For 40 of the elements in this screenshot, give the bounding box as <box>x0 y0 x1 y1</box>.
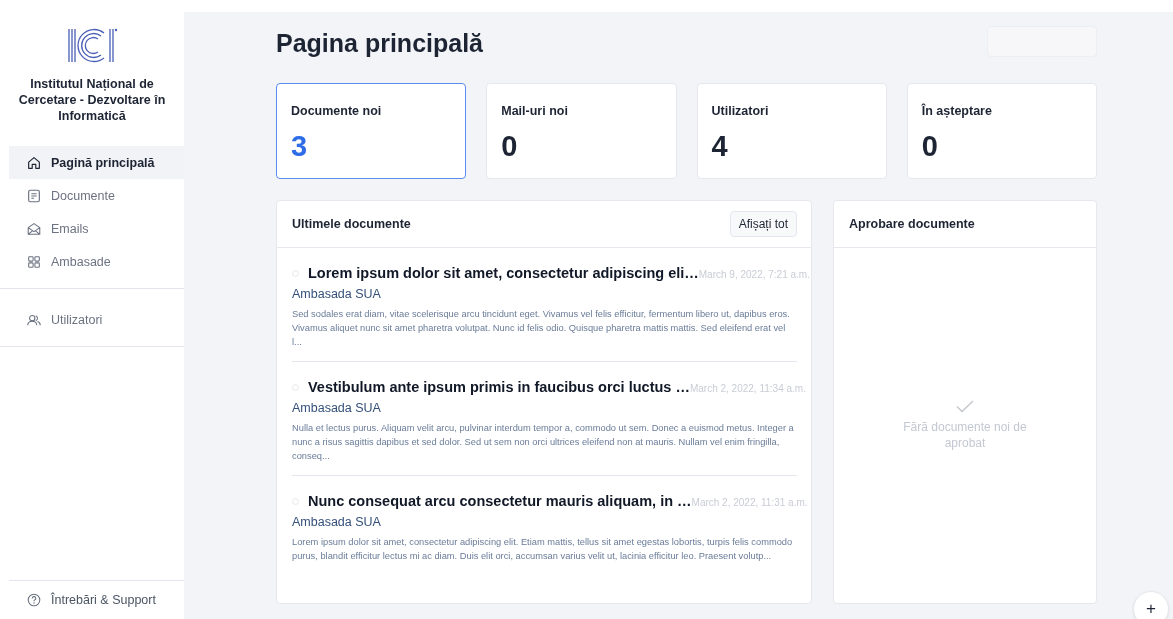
document-title[interactable]: Lorem ipsum dolor sit amet, consectetur adipiscing eli… <box>308 265 699 281</box>
stat-card[interactable]: Utilizatori 4 <box>696 83 887 179</box>
home-icon <box>26 154 42 171</box>
page-title: Pagina principală <box>276 28 483 58</box>
stat-value: 4 <box>711 130 729 163</box>
stat-value: 0 <box>501 130 519 163</box>
document-excerpt: Lorem ipsum dolor sit amet, consectetur adipiscing elit. Etiam mattis, tellus sit amet egestas lobortis, turpis felis commodo purus, blandit efficitur lectus mi ac diam. Duis elit orci, accumsan varius velit ut, lacinia efficitur leo. Praesent volutp... <box>292 536 794 563</box>
card-title: Aprobare documente <box>849 217 975 231</box>
sidebar-item[interactable]: Documente <box>9 179 184 212</box>
stat-value: 3 <box>291 130 309 163</box>
document-source: Ambasada SUA <box>292 287 382 301</box>
show-all-button[interactable]: Afișați tot <box>729 211 797 237</box>
document-icon <box>26 187 42 204</box>
stat-card[interactable]: În așteptare 0 <box>906 83 1097 179</box>
document-excerpt: Sed sodales erat diam, vitae scelerisque arcu tincidunt eget. Vivamus vel felis efficitur, fermentum libero ut, dapibus eros. Vivamus aliquet nunc sit amet pharetra volutpat. Nunc id felis odio. Quisque pharetra mattis mattis. Sed eleifend erat vel l... <box>292 308 791 349</box>
card-title: Ultimele documente <box>292 217 411 231</box>
stat-card[interactable]: Mail-uri noi 0 <box>486 83 677 179</box>
organization-name: Institutul Național de Cercetare - Dezvoltare în Informatică <box>17 76 167 124</box>
sidebar-item[interactable]: Pagină principală <box>9 146 184 179</box>
stat-label: În așteptare <box>921 104 993 118</box>
stat-label: Documente noi <box>291 104 383 118</box>
sidebar-item[interactable]: Emails <box>9 212 184 245</box>
grid-icon <box>26 253 42 270</box>
document-title[interactable]: Vestibulum ante ipsum primis in faucibus orci luctus … <box>308 379 690 395</box>
sidebar-item[interactable]: Ambasade <box>9 245 184 278</box>
stat-label: Utilizatori <box>711 104 770 118</box>
sidebar-item[interactable]: Utilizatori <box>9 303 184 336</box>
document-source: Ambasada SUA <box>292 515 382 529</box>
document-source: Ambasada SUA <box>292 401 382 415</box>
stat-value: 0 <box>921 130 939 163</box>
help-icon <box>26 592 42 608</box>
stat-label: Mail-uri noi <box>501 104 569 118</box>
add-button[interactable]: + <box>1133 591 1169 619</box>
document-title[interactable]: Nunc consequat arcu consectetur mauris aliquam, in … <box>308 493 692 509</box>
empty-message: Fără documente noi de aprobat <box>902 419 1028 451</box>
stat-card[interactable]: Documente noi 3 <box>276 83 467 179</box>
envelope-icon <box>26 220 42 237</box>
checkmark-icon <box>956 400 974 413</box>
document-excerpt: Nulla et lectus purus. Aliquam velit arcu, pulvinar interdum tempor a, commodo ut sem. Donec a euismod metus. Integer a nunc a risus sagittis dapibus et sed dolor. Sed ut sem non orci ultrices eleifend non at mauris. Nullam vel enim fringilla, conseq... <box>292 422 795 463</box>
logo-icon <box>66 27 118 64</box>
